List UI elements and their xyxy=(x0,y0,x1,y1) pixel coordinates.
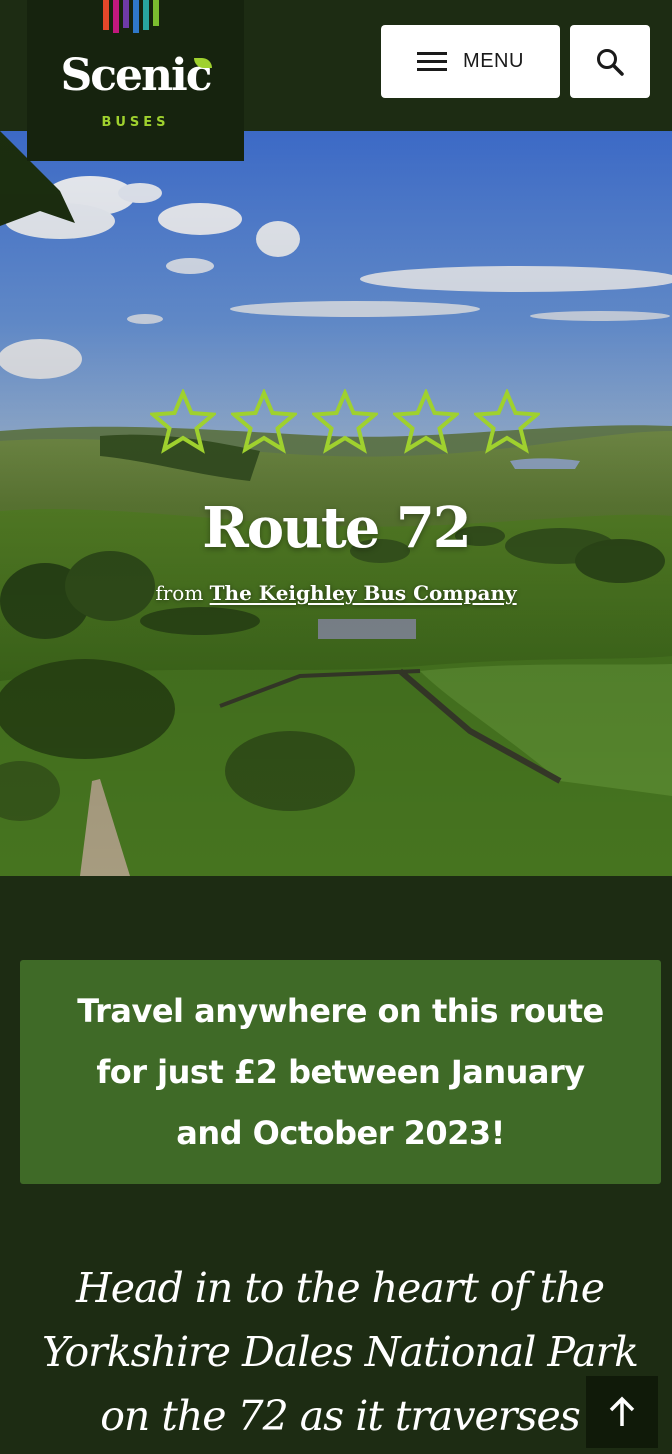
star-icon xyxy=(150,389,216,454)
fare-promo-box: Travel anywhere on this route for just £… xyxy=(20,960,661,1184)
rating-stars xyxy=(150,389,540,459)
logo-subtitle: BUSES xyxy=(101,115,170,130)
star-icon xyxy=(393,389,459,454)
from-prefix: from xyxy=(155,581,204,605)
search-icon xyxy=(597,48,624,76)
route-title: Route 72 xyxy=(202,495,472,561)
back-to-top-button[interactable] xyxy=(586,1376,658,1448)
operator-link[interactable]: The Keighley Bus Company xyxy=(210,581,517,605)
promo-text: Travel anywhere on this route for just £… xyxy=(77,991,604,1152)
menu-button[interactable]: MENU xyxy=(381,25,560,98)
scenic-buses-logo[interactable]: Scenic BUSES xyxy=(27,0,244,161)
hero-banner: Route 72 from The Keighley Bus Company xyxy=(0,131,672,876)
star-icon xyxy=(474,389,540,454)
arrow-up-icon xyxy=(609,1396,635,1426)
menu-label: MENU xyxy=(463,50,524,72)
star-icon xyxy=(312,389,378,454)
logo-stripes xyxy=(103,0,159,33)
route-operator-line: from The Keighley Bus Company xyxy=(0,581,672,605)
logo-wordmark: Scenic xyxy=(60,50,212,101)
route-intro-text: Head in to the heart of the Yorkshire Da… xyxy=(41,1264,639,1440)
hamburger-icon xyxy=(417,51,448,72)
search-button[interactable] xyxy=(570,25,650,98)
star-icon xyxy=(231,389,297,454)
